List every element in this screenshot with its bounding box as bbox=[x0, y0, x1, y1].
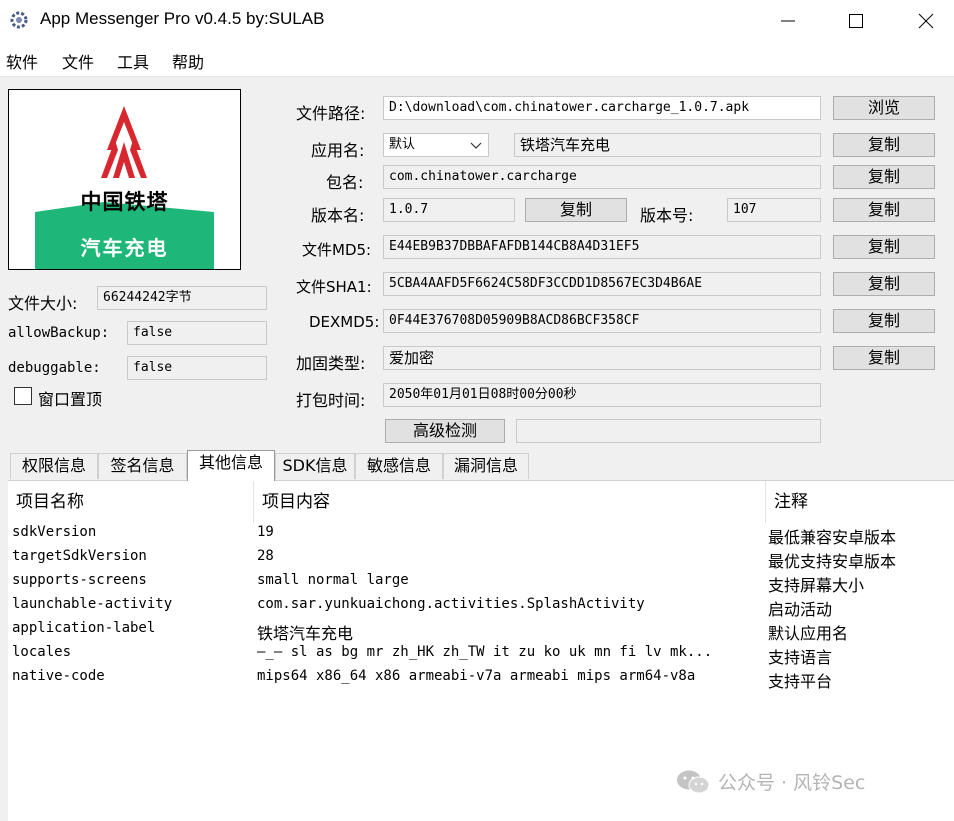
cell-name: targetSdkVersion bbox=[12, 548, 147, 564]
sha1-field: 5CBA4AAFD5F6624C58DF3CCDD1D8567EC3D4B6AE bbox=[383, 272, 821, 296]
version-code-label: 版本号: bbox=[640, 206, 694, 225]
app-icon bbox=[10, 11, 28, 29]
menu-file[interactable]: 文件 bbox=[62, 49, 94, 73]
watermark: 公众号 · 风铃Sec bbox=[676, 768, 865, 795]
window-title: App Messenger Pro v0.4.5 by:SULAB bbox=[40, 9, 325, 28]
path-field[interactable]: D:\download\com.chinatower.carcharge_1.0… bbox=[383, 96, 821, 120]
package-label: 包名: bbox=[326, 173, 364, 192]
copy-sha1-button[interactable]: 复制 bbox=[833, 272, 935, 296]
advanced-check-button[interactable]: 高级检测 bbox=[385, 419, 505, 443]
chevron-down-icon bbox=[470, 142, 482, 149]
cell-name: supports-screens bbox=[12, 572, 147, 588]
version-name-field: 1.0.7 bbox=[383, 198, 515, 222]
md5-label: 文件MD5: bbox=[302, 241, 372, 259]
table-row[interactable]: supports-screens small normal large 支持屏幕… bbox=[8, 572, 954, 596]
cell-name: native-code bbox=[12, 668, 105, 684]
table-row[interactable]: application-label 铁塔汽车充电 默认应用名 bbox=[8, 620, 954, 644]
column-header-name[interactable]: 项目名称 bbox=[8, 481, 254, 523]
dexmd5-label: DEXMD5: bbox=[309, 313, 380, 331]
copy-packer-button[interactable]: 复制 bbox=[833, 346, 935, 370]
table-row[interactable]: locales —_— sl as bg mr zh_HK zh_TW it z… bbox=[8, 644, 954, 668]
logo-brand-text: 中国铁塔 bbox=[80, 190, 169, 214]
table-row[interactable]: native-code mips64 x86_64 x86 armeabi-v7… bbox=[8, 668, 954, 692]
package-field: com.chinatower.carcharge bbox=[383, 165, 821, 189]
cell-note: 最优支持安卓版本 bbox=[768, 552, 897, 571]
logo-banner-text: 汽车充电 bbox=[80, 236, 169, 260]
close-button[interactable] bbox=[896, 0, 954, 42]
cell-name: sdkVersion bbox=[12, 524, 97, 540]
cell-content: 铁塔汽车充电 bbox=[257, 624, 354, 643]
cell-content: 28 bbox=[257, 548, 274, 564]
debuggable-field: false bbox=[127, 356, 267, 380]
pin-window-label: 窗口置顶 bbox=[38, 390, 103, 409]
cell-name: locales bbox=[12, 644, 72, 660]
app-logo: 中国铁塔 汽车充电 bbox=[8, 89, 241, 270]
table-row[interactable]: launchable-activity com.sar.yunkuaichong… bbox=[8, 596, 954, 620]
md5-field: E44EB9B37DBBAFAFDB144CB8A4D31EF5 bbox=[383, 235, 821, 259]
tab-permissions[interactable]: 权限信息 bbox=[10, 453, 98, 479]
debuggable-label: debuggable: bbox=[8, 360, 101, 376]
menu-tools[interactable]: 工具 bbox=[117, 49, 149, 73]
appname-select[interactable]: 默认 bbox=[383, 133, 489, 157]
copy-package-button[interactable]: 复制 bbox=[833, 165, 935, 189]
copy-appname-button[interactable]: 复制 bbox=[833, 133, 935, 157]
tab-other[interactable]: 其他信息 bbox=[187, 450, 275, 481]
tab-sensitive[interactable]: 敏感信息 bbox=[355, 453, 443, 479]
minimize-button[interactable] bbox=[758, 0, 818, 42]
appname-label: 应用名: bbox=[311, 141, 365, 160]
minimize-icon bbox=[781, 20, 795, 22]
file-size-field: 66244242字节 bbox=[97, 286, 267, 310]
packtime-field: 2050年01月01日08时00分00秒 bbox=[383, 383, 821, 407]
cell-note: 启动活动 bbox=[768, 600, 833, 619]
tab-sdk[interactable]: SDK信息 bbox=[275, 453, 355, 479]
column-header-note[interactable]: 注释 bbox=[766, 481, 954, 523]
cell-content: —_— sl as bg mr zh_HK zh_TW it zu ko uk … bbox=[257, 644, 713, 660]
packtime-label: 打包时间: bbox=[296, 391, 366, 410]
copy-md5-button[interactable]: 复制 bbox=[833, 235, 935, 259]
menu-bar: 软件 文件 工具 帮助 bbox=[0, 42, 954, 77]
tab-signature[interactable]: 签名信息 bbox=[98, 453, 187, 479]
allowbackup-field: false bbox=[127, 321, 267, 345]
cell-content: 19 bbox=[257, 524, 274, 540]
cell-name: launchable-activity bbox=[12, 596, 173, 612]
version-name-label: 版本名: bbox=[311, 206, 365, 225]
maximize-button[interactable] bbox=[826, 0, 886, 42]
sha1-label: 文件SHA1: bbox=[296, 278, 372, 296]
close-icon bbox=[918, 13, 934, 29]
cell-content: com.sar.yunkuaichong.activities.SplashAc… bbox=[257, 596, 645, 612]
version-code-field: 107 bbox=[727, 198, 821, 222]
allowbackup-label: allowBackup: bbox=[8, 325, 110, 341]
pin-window-checkbox[interactable] bbox=[14, 387, 32, 405]
file-size-label: 文件大小: bbox=[8, 294, 78, 313]
copy-version-code-button[interactable]: 复制 bbox=[833, 198, 935, 222]
tab-vulnerability[interactable]: 漏洞信息 bbox=[443, 453, 529, 479]
path-label: 文件路径: bbox=[296, 104, 366, 123]
copy-dexmd5-button[interactable]: 复制 bbox=[833, 309, 935, 333]
advanced-result-field bbox=[516, 419, 821, 443]
menu-help[interactable]: 帮助 bbox=[172, 49, 204, 73]
cell-content: mips64 x86_64 x86 armeabi-v7a armeabi mi… bbox=[257, 668, 696, 684]
cell-note: 支持屏幕大小 bbox=[768, 576, 865, 595]
packer-field: 爱加密 bbox=[383, 346, 821, 370]
maximize-icon bbox=[849, 14, 863, 28]
title-bar: App Messenger Pro v0.4.5 by:SULAB bbox=[0, 0, 954, 42]
menu-software[interactable]: 软件 bbox=[6, 49, 38, 73]
cell-note: 支持平台 bbox=[768, 672, 833, 691]
appname-select-value: 默认 bbox=[389, 137, 416, 152]
cell-note: 支持语言 bbox=[768, 648, 833, 667]
column-header-content[interactable]: 项目内容 bbox=[254, 481, 766, 523]
table-row[interactable]: targetSdkVersion 28 最优支持安卓版本 bbox=[8, 548, 954, 572]
watermark-text: 公众号 · 风铃Sec bbox=[718, 772, 866, 794]
table-row[interactable]: sdkVersion 19 最低兼容安卓版本 bbox=[8, 524, 954, 548]
packer-label: 加固类型: bbox=[296, 354, 366, 373]
cell-content: small normal large bbox=[257, 572, 409, 588]
copy-version-name-button[interactable]: 复制 bbox=[525, 198, 627, 222]
dexmd5-field: 0F44E376708D05909B8ACD86BCF358CF bbox=[383, 309, 821, 333]
cell-note: 默认应用名 bbox=[768, 624, 849, 643]
appname-field: 铁塔汽车充电 bbox=[514, 133, 821, 157]
wechat-icon bbox=[677, 770, 710, 793]
cell-note: 最低兼容安卓版本 bbox=[768, 528, 897, 547]
cell-name: application-label bbox=[12, 620, 156, 636]
browse-button[interactable]: 浏览 bbox=[833, 96, 935, 120]
